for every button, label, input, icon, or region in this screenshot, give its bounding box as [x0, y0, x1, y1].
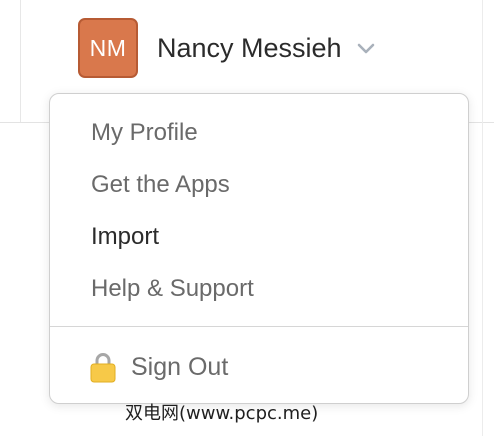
sidebar-border — [20, 0, 21, 122]
sign-out-label: Sign Out — [131, 352, 229, 381]
lock-icon — [90, 351, 116, 383]
menu-item-help-support[interactable]: Help & Support — [91, 269, 254, 309]
avatar: NM — [78, 18, 138, 78]
user-menu-toggle[interactable]: NM Nancy Messieh — [78, 16, 376, 80]
user-name: Nancy Messieh — [157, 32, 342, 63]
page-right-border — [482, 0, 483, 436]
avatar-initials: NM — [89, 34, 127, 61]
sign-out-button[interactable]: Sign Out — [90, 347, 228, 387]
menu-divider — [50, 326, 468, 327]
menu-item-import[interactable]: Import — [91, 217, 159, 257]
chevron-down-icon[interactable] — [356, 39, 376, 59]
menu-item-get-the-apps[interactable]: Get the Apps — [91, 165, 230, 205]
user-dropdown-menu: My Profile Get the Apps Import Help & Su… — [49, 93, 469, 404]
watermark-text: 双电网(www.pcpc.me) — [125, 403, 319, 424]
menu-item-my-profile[interactable]: My Profile — [91, 113, 198, 153]
